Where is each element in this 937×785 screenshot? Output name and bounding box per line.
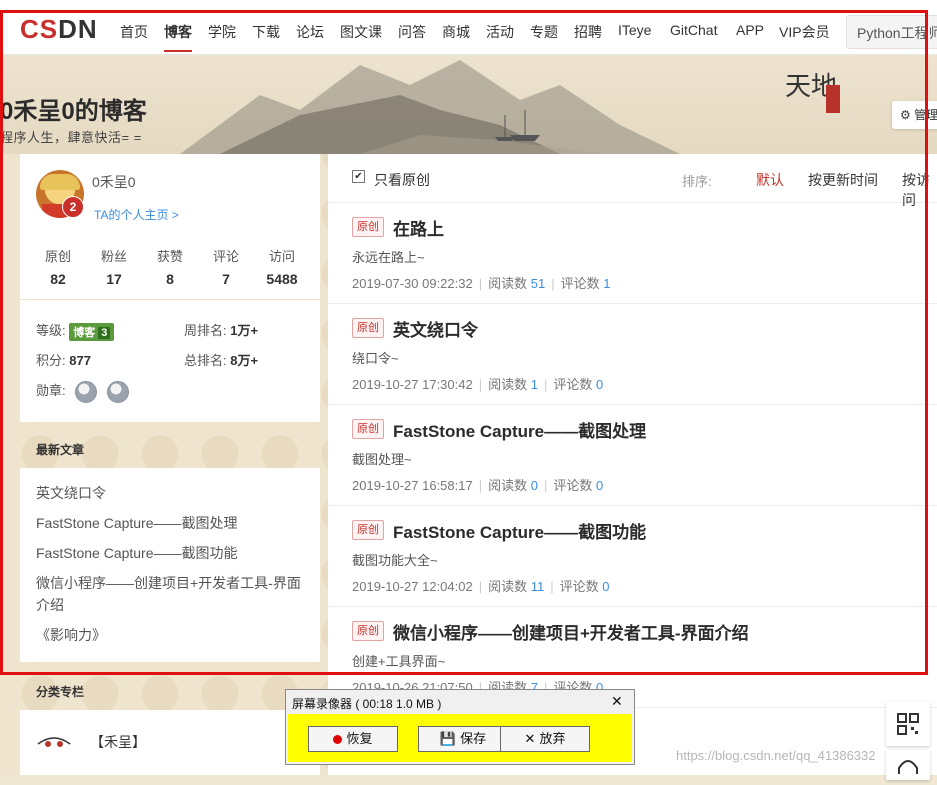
headset-icon xyxy=(898,760,918,774)
discard-button[interactable]: ✕ 放弃 xyxy=(500,726,590,752)
category-link[interactable]: 【禾呈】 xyxy=(90,732,146,752)
x-icon: ✕ xyxy=(524,731,536,746)
qr-code-icon xyxy=(897,713,919,735)
restore-button[interactable]: 恢复 xyxy=(308,726,398,752)
floppy-disk-icon: 💾 xyxy=(439,731,457,746)
customer-service-button[interactable] xyxy=(886,750,930,780)
screen-recorder-dialog: 屏幕录像器 ( 00:18 1.0 MB ) ✕ 恢复 💾 保存 ✕ 放弃 xyxy=(285,689,635,765)
category-header: 分类专栏 xyxy=(36,685,85,699)
watermark: https://blog.csdn.net/qq_41386332 xyxy=(676,748,876,763)
qr-code-button[interactable] xyxy=(886,702,930,746)
category-card: 【禾呈】 xyxy=(20,710,320,775)
save-button[interactable]: 💾 保存 xyxy=(418,726,508,752)
category-icon xyxy=(37,737,71,747)
capture-region-frame[interactable] xyxy=(0,10,928,675)
recorder-title: 屏幕录像器 ( 00:18 1.0 MB ) xyxy=(292,697,442,711)
record-icon xyxy=(333,735,343,745)
recorder-controls: 恢复 💾 保存 ✕ 放弃 xyxy=(288,714,632,762)
close-icon[interactable]: ✕ xyxy=(611,693,623,710)
